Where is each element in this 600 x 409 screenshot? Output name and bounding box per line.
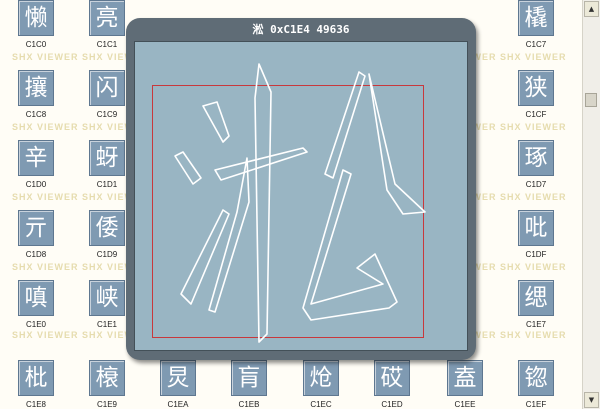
glyph-code-label: C1EF (525, 400, 547, 409)
popup-title: 淞 0xC1E4 49636 (252, 23, 350, 36)
glyph-code-label: C1D8 (25, 250, 47, 259)
glyph-tile: 攘 (18, 70, 54, 106)
glyph-cell[interactable]: 缌 C1E7 (508, 278, 558, 342)
glyph-code-label: C1ED (381, 400, 403, 409)
glyph-cell[interactable]: 倭 C1D9 (79, 208, 129, 272)
glyph-cell[interactable]: 橇 C1C7 (508, 0, 558, 62)
glyph-tile: 嗔 (18, 280, 54, 316)
glyph-cell[interactable]: 峡 C1E1 (79, 278, 129, 342)
glyph-tile: 缌 (518, 280, 554, 316)
glyph-cell[interactable]: 蚜 C1D1 (79, 138, 129, 202)
glyph-tile: 炅 (160, 360, 196, 396)
glyph-tile: 橇 (518, 0, 554, 36)
glyph-preview-popup: 淞 0xC1E4 49636 (126, 18, 476, 360)
glyph-code-label: C1C0 (25, 40, 47, 49)
glyph-tile: 闪 (89, 70, 125, 106)
glyph-code-label: C1EE (454, 400, 476, 409)
glyph-tile: 琢 (518, 140, 554, 176)
glyph-tile: 倭 (89, 210, 125, 246)
glyph-cell[interactable]: 盍 C1EE (437, 358, 487, 409)
glyph-code-label: C1C7 (525, 40, 547, 49)
glyph-cell[interactable]: 攘 C1C8 (8, 68, 58, 132)
glyph-cell[interactable]: 狭 C1CF (508, 68, 558, 132)
glyph-code-label: C1E0 (25, 320, 46, 329)
glyph-tile: 炝 (303, 360, 339, 396)
scroll-up-button[interactable]: ▲ (584, 1, 599, 17)
glyph-outline (174, 63, 426, 343)
glyph-tile: 蚜 (89, 140, 125, 176)
glyph-cell[interactable]: 炝 C1EC (293, 358, 343, 409)
glyph-cell[interactable]: 闪 C1C9 (79, 68, 129, 132)
glyph-code-label: C1C8 (25, 110, 47, 119)
glyph-code-label: C1EC (310, 400, 332, 409)
glyph-cell[interactable]: 辛 C1D0 (8, 138, 58, 202)
glyph-cell[interactable]: 亮 C1C1 (79, 0, 129, 62)
glyph-tile: 砹 (374, 360, 410, 396)
glyph-cell[interactable]: 锪 C1EF (508, 358, 558, 409)
glyph-cell[interactable]: 枇 C1E8 (8, 358, 58, 409)
glyph-tile: 榱 (89, 360, 125, 396)
vertical-scrollbar[interactable]: ▲ ▼ (582, 0, 600, 409)
glyph-tile: 枇 (18, 360, 54, 396)
glyph-code-label: C1E7 (525, 320, 546, 329)
glyph-tile: 懒 (18, 0, 54, 36)
glyph-tile: 锪 (518, 360, 554, 396)
glyph-cell[interactable]: 亓 C1D8 (8, 208, 58, 272)
glyph-cell[interactable]: 砹 C1ED (364, 358, 414, 409)
glyph-tile: 盍 (447, 360, 483, 396)
glyph-tile: 亓 (18, 210, 54, 246)
glyph-code-label: C1EB (238, 400, 260, 409)
glyph-tile: 峡 (89, 280, 125, 316)
glyph-tile: 肓 (231, 360, 267, 396)
glyph-cell[interactable]: 吡 C1DF (508, 208, 558, 272)
glyph-canvas (134, 41, 468, 351)
glyph-code-label: C1D0 (25, 180, 47, 189)
glyph-tile: 亮 (89, 0, 125, 36)
scroll-down-button[interactable]: ▼ (584, 392, 599, 408)
glyph-code-label: C1E9 (96, 400, 117, 409)
scroll-thumb[interactable] (585, 93, 597, 107)
glyph-code-label: C1E8 (25, 400, 46, 409)
glyph-cell[interactable]: 炅 C1EA (150, 358, 200, 409)
glyph-code-label: C1D7 (525, 180, 547, 189)
glyph-code-label: C1DF (525, 250, 547, 259)
glyph-code-label: C1CF (525, 110, 547, 119)
glyph-cell[interactable]: 嗔 C1E0 (8, 278, 58, 342)
glyph-cell[interactable]: 琢 C1D7 (508, 138, 558, 202)
glyph-cell[interactable]: 榱 C1E9 (79, 358, 129, 409)
glyph-tile: 狭 (518, 70, 554, 106)
glyph-cell[interactable]: 肓 C1EB (221, 358, 271, 409)
glyph-cell[interactable]: 懒 C1C0 (8, 0, 58, 62)
glyph-tile: 吡 (518, 210, 554, 246)
glyph-tile: 辛 (18, 140, 54, 176)
glyph-code-label: C1EA (167, 400, 189, 409)
